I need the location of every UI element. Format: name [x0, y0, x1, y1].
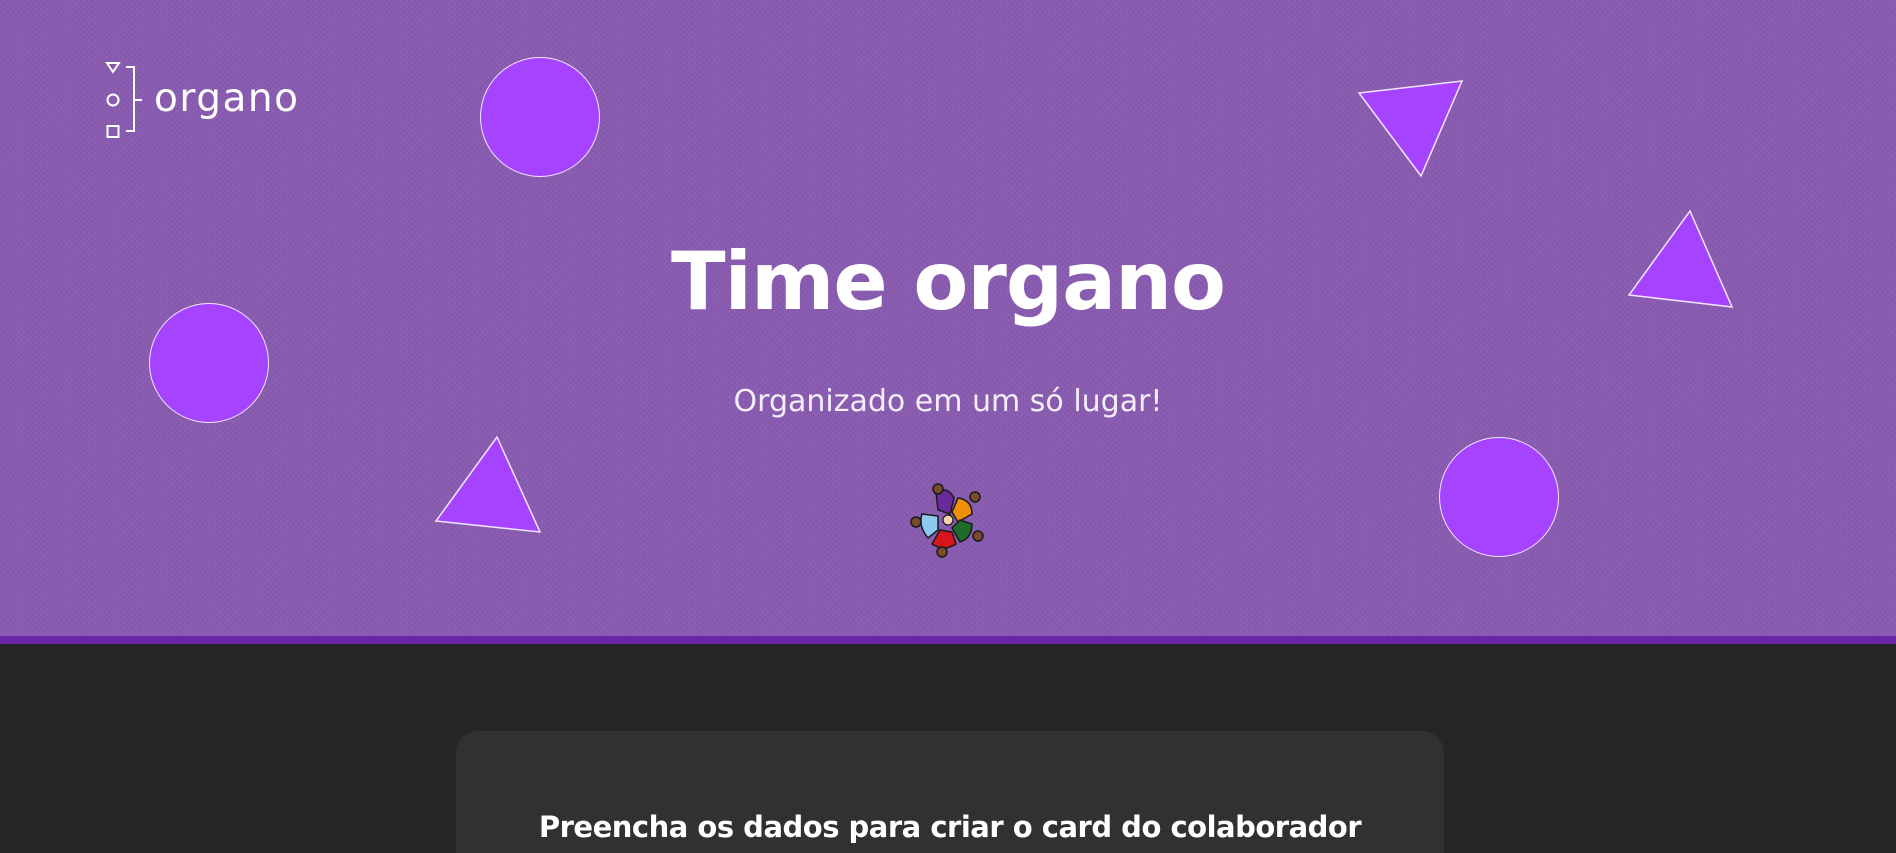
hero-banner: organo Time organo Organizado em um só l…	[0, 0, 1896, 644]
logo[interactable]: organo	[104, 58, 299, 140]
logo-text: organo	[154, 75, 300, 121]
collaborator-form-card: Preencha os dados para criar o card do c…	[456, 731, 1444, 853]
decorative-circle-top	[480, 57, 600, 177]
decorative-circle-right	[1439, 437, 1559, 557]
page-subtitle: Organizado em um só lugar!	[733, 384, 1163, 419]
decorative-triangle-top-right	[1357, 80, 1464, 178]
page-title: Time organo	[670, 235, 1226, 328]
page: organo Time organo Organizado em um só l…	[0, 0, 1896, 853]
form-title: Preencha os dados para criar o card do c…	[538, 810, 1362, 844]
decorative-triangle-bottom-left	[434, 435, 542, 533]
organo-logo-icon	[105, 62, 142, 138]
team-circle-icon	[910, 483, 984, 558]
